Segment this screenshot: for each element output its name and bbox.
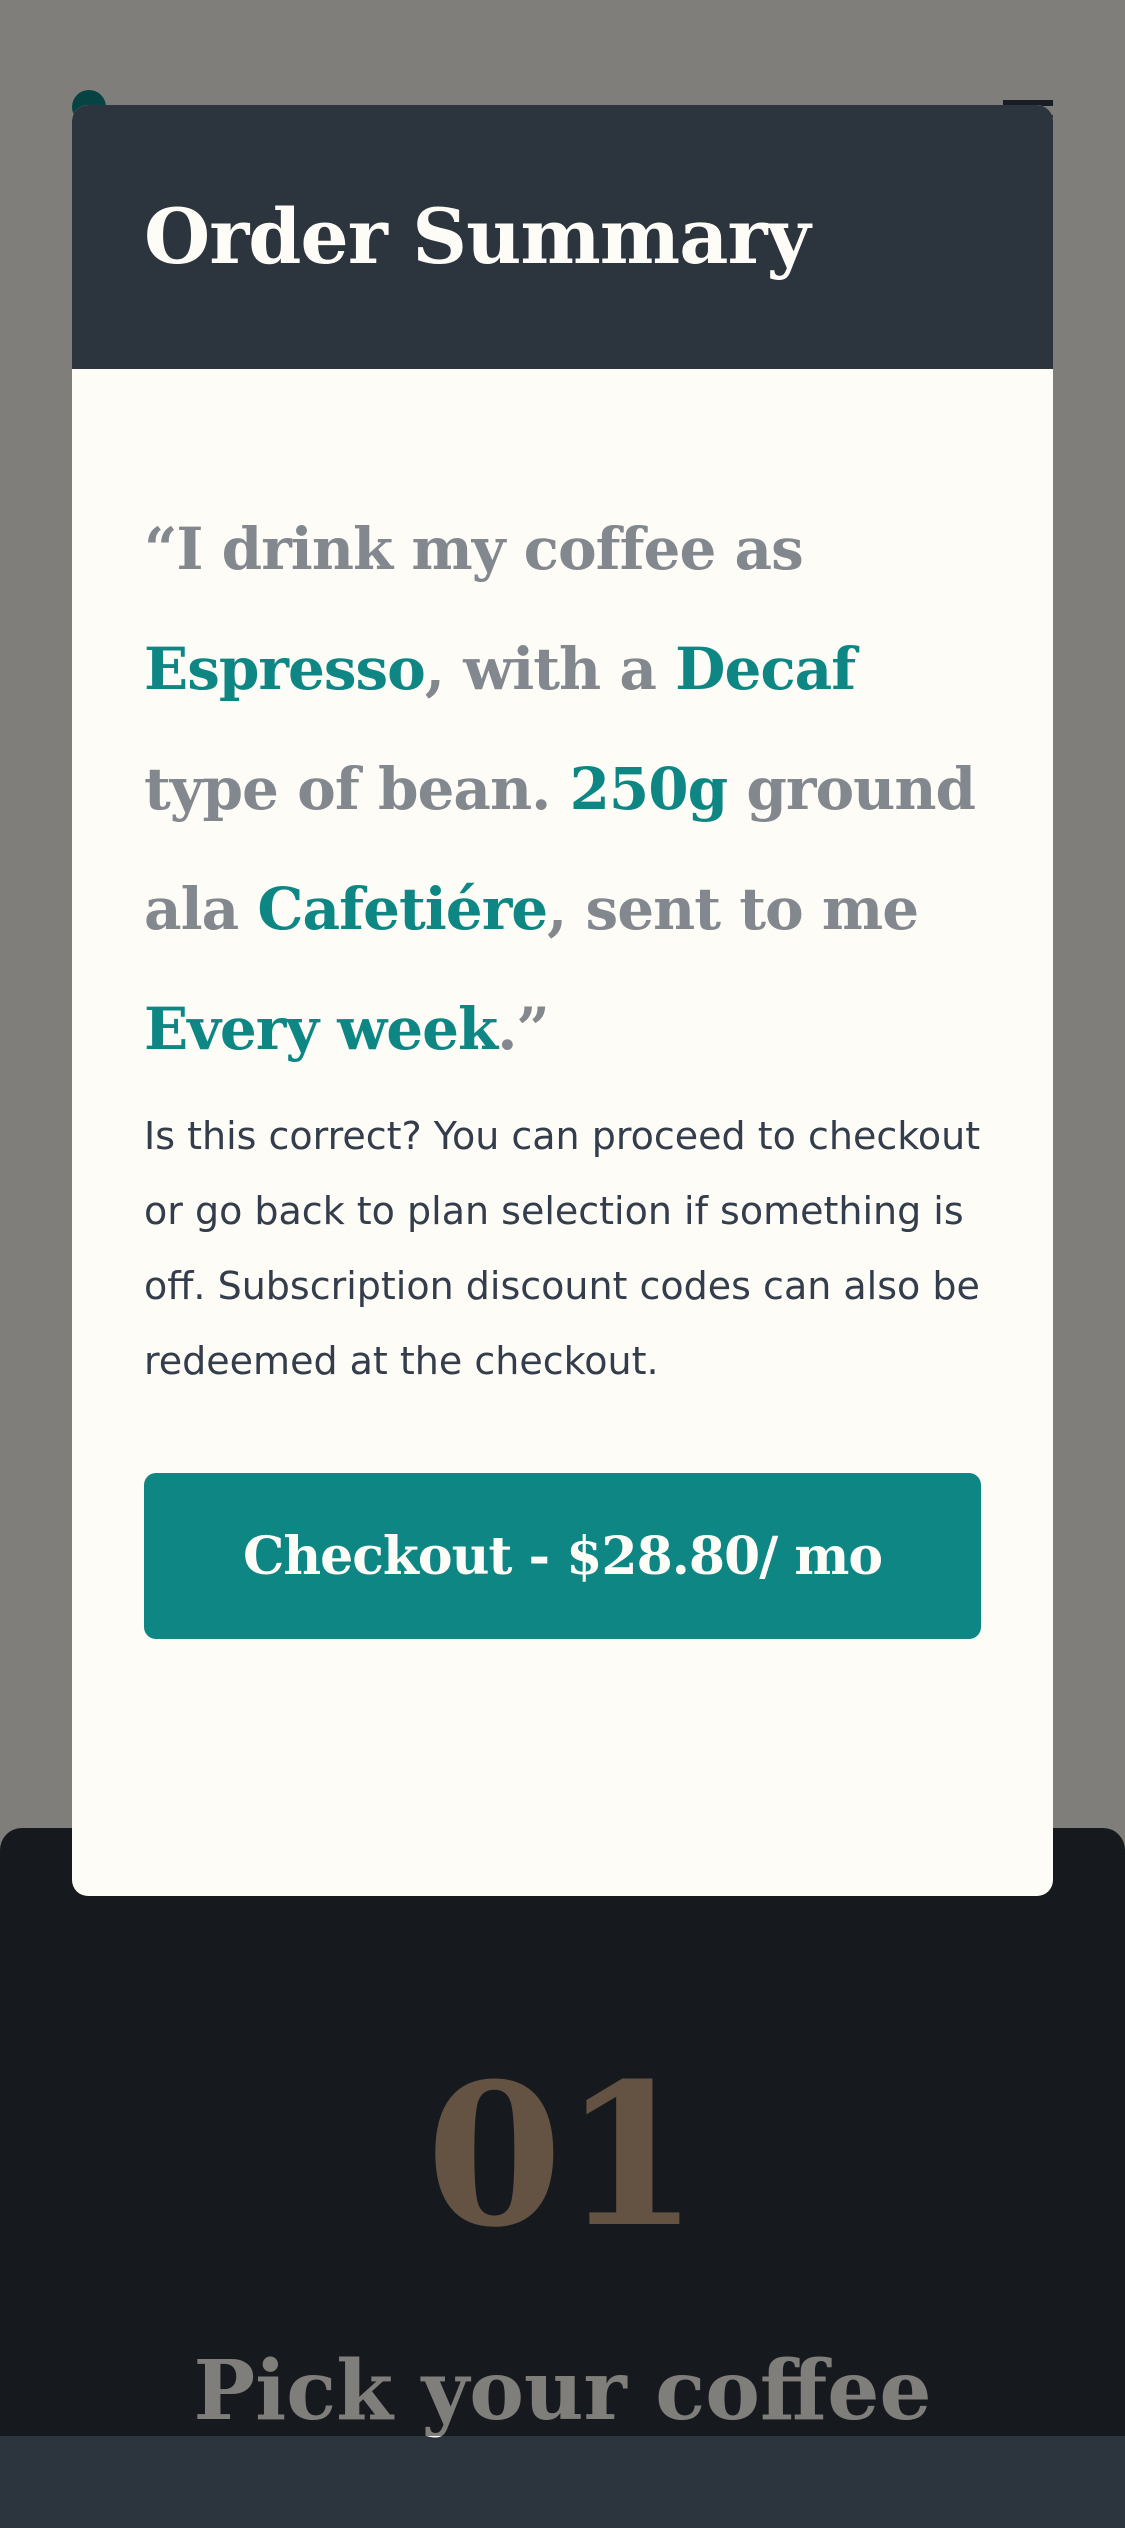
order-summary-text: “I drink my coffee as Espresso, with a D… [144, 489, 981, 1089]
confirmation-note: Is this correct? You can proceed to chec… [144, 1114, 981, 1383]
summary-preference: Espresso [144, 635, 426, 703]
summary-text-segment: “I drink my coffee as [144, 515, 804, 583]
modal-header: Order Summary [72, 105, 1053, 369]
modal-body: “I drink my coffee as Espresso, with a D… [72, 369, 1053, 1639]
summary-text-segment: type of bean. [144, 755, 570, 823]
summary-grind: Cafetiére [257, 875, 548, 943]
order-summary-modal: Order Summary “I drink my coffee as Espr… [72, 105, 1053, 1896]
summary-delivery: Every week [144, 995, 498, 1063]
summary-bean-type: Decaf [675, 635, 856, 703]
summary-text-segment: , with a [424, 635, 676, 703]
modal-title: Order Summary [144, 192, 811, 281]
summary-quantity: 250g [569, 755, 729, 823]
checkout-button[interactable]: Checkout - $28.80/ mo [144, 1473, 981, 1639]
summary-text-segment: .” [497, 995, 550, 1063]
summary-text-segment: , sent to me [547, 875, 919, 943]
